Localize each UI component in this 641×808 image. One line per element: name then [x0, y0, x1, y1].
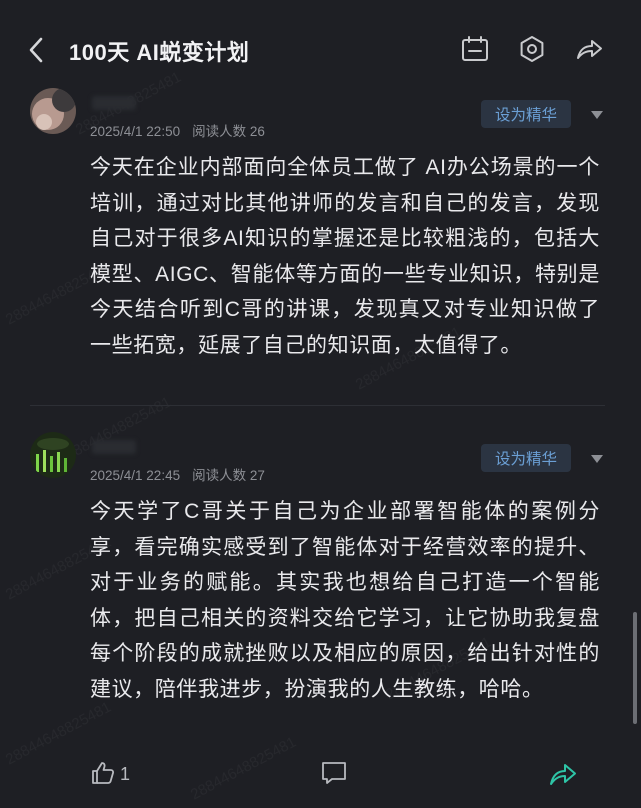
set-featured-button[interactable]: 设为精华: [481, 100, 571, 128]
share-icon[interactable]: [548, 760, 578, 793]
like-count: 1: [120, 764, 131, 784]
post-content: 今天学了C哥关于自己为企业部署智能体的案例分享，看完确实感受到了智能体对于经营效…: [90, 500, 600, 701]
page-title: 100天 AI蜕变计划: [69, 40, 250, 65]
post-date: 2025/4/1 22:50: [90, 124, 181, 139]
watermark: 28844648825481: [188, 734, 299, 804]
share-icon[interactable]: [574, 34, 604, 64]
divider: [30, 405, 605, 406]
set-featured-button[interactable]: 设为精华: [481, 444, 571, 472]
scrollbar[interactable]: [633, 612, 637, 724]
read-label: 阅读人数: [192, 468, 247, 483]
chevron-down-icon[interactable]: [591, 111, 603, 119]
top-bar: 100天 AI蜕变计划: [0, 0, 641, 96]
like-icon[interactable]: [90, 760, 116, 791]
watermark: 28844648825481: [3, 699, 114, 769]
avatar[interactable]: [30, 88, 76, 134]
user-name: [92, 96, 136, 110]
comment-icon[interactable]: [320, 760, 348, 791]
read-label: 阅读人数: [192, 124, 247, 139]
read-count: 27: [249, 468, 265, 483]
read-count: 26: [249, 124, 265, 139]
post-meta: 2025/4/1 22:45 阅读人数 27: [90, 464, 265, 484]
post-meta: 2025/4/1 22:50 阅读人数 26: [90, 120, 265, 140]
avatar[interactable]: [30, 432, 76, 478]
post-date: 2025/4/1 22:45: [90, 468, 181, 483]
chevron-down-icon[interactable]: [591, 455, 603, 463]
post-content: 今天在企业内部面向全体员工做了 AI办公场景的一个培训，通过对比其他讲师的发言和…: [90, 156, 600, 357]
back-icon[interactable]: [26, 36, 48, 64]
calendar-icon[interactable]: [460, 34, 490, 64]
settings-icon[interactable]: [517, 34, 547, 64]
user-name: [92, 440, 136, 454]
